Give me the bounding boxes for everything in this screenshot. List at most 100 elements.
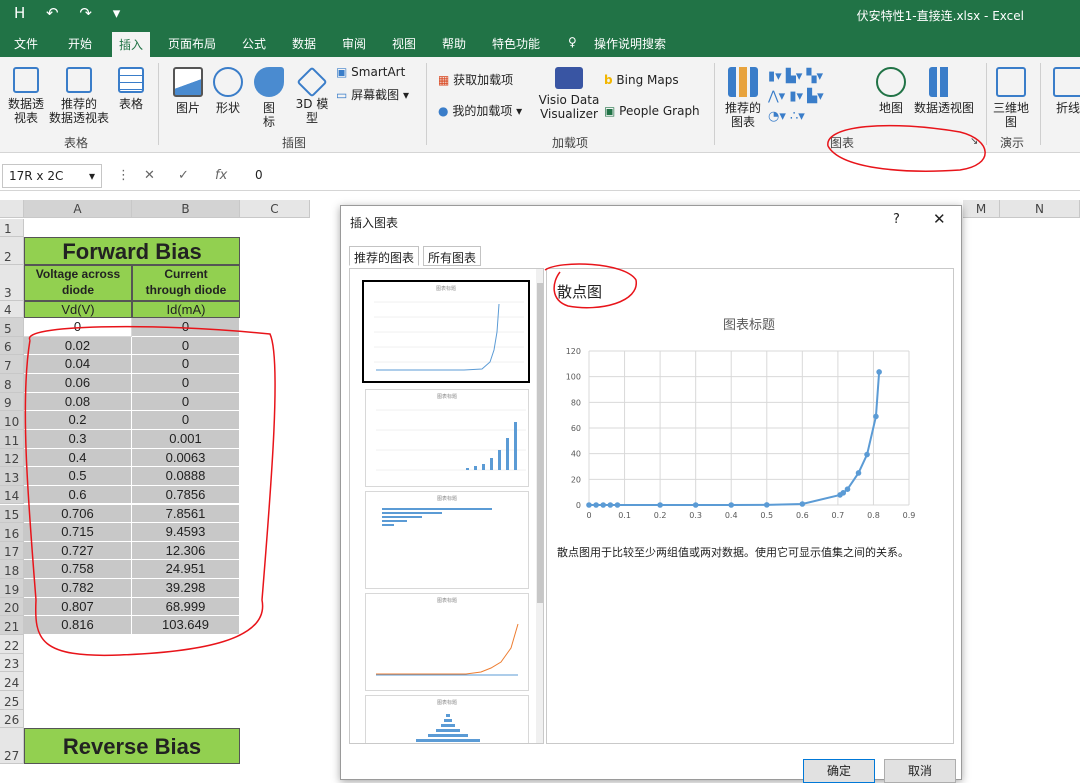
row-header[interactable]: 4 bbox=[0, 301, 24, 318]
enter-icon[interactable]: ✓ bbox=[178, 168, 189, 183]
cell-voltage[interactable]: 0.715 bbox=[24, 523, 132, 542]
row-header[interactable]: 17 bbox=[0, 541, 24, 561]
tab-formulas[interactable]: 公式 bbox=[242, 35, 266, 52]
cell-voltage[interactable]: 0.807 bbox=[24, 597, 132, 617]
row-header[interactable]: 25 bbox=[0, 691, 24, 710]
cell-voltage[interactable]: 0.08 bbox=[24, 392, 132, 412]
row-header[interactable]: 12 bbox=[0, 448, 24, 468]
thumbnail-funnel[interactable]: 图表标题 bbox=[365, 695, 529, 743]
sparkline-line-button[interactable]: 折线 bbox=[1050, 67, 1080, 115]
name-box[interactable]: 17R x 2C ▾ bbox=[2, 164, 102, 188]
cell-current[interactable]: 24.951 bbox=[132, 560, 240, 580]
thumbnail-bar[interactable]: 图表标题 bbox=[365, 491, 529, 589]
row-header[interactable]: 2 bbox=[0, 237, 24, 265]
cell-voltage[interactable]: 0.758 bbox=[24, 560, 132, 580]
cell-current[interactable]: 9.4593 bbox=[132, 523, 240, 542]
row-header[interactable]: 20 bbox=[0, 597, 24, 617]
row-header[interactable]: 5 bbox=[0, 318, 24, 337]
cell-voltage[interactable]: 0.5 bbox=[24, 467, 132, 486]
row-header[interactable]: 23 bbox=[0, 653, 24, 673]
row-header[interactable]: 16 bbox=[0, 523, 24, 542]
table-button[interactable]: 表格 bbox=[114, 67, 148, 111]
tab-home[interactable]: 开始 bbox=[68, 35, 92, 52]
thumbnail-line[interactable]: 图表标题 bbox=[365, 593, 529, 691]
pivot-chart-button[interactable]: 数据透视图 bbox=[912, 67, 976, 115]
tab-recommended-charts[interactable]: 推荐的图表 bbox=[349, 246, 420, 266]
cell-current[interactable]: 0.0888 bbox=[132, 467, 240, 486]
cell-voltage[interactable]: 0.06 bbox=[24, 373, 132, 393]
waterfall-chart-icon[interactable]: ▚▾ bbox=[807, 69, 824, 84]
row-header[interactable]: 22 bbox=[0, 635, 24, 654]
cell-current[interactable]: 39.298 bbox=[132, 579, 240, 598]
row-header[interactable]: 26 bbox=[0, 709, 24, 729]
tab-view[interactable]: 视图 bbox=[392, 35, 416, 52]
row-header[interactable]: 1 bbox=[0, 219, 24, 237]
chevron-down-icon[interactable]: ▾ bbox=[89, 169, 95, 183]
cancel-icon[interactable]: ✕ bbox=[144, 168, 155, 183]
scatter-chart-icon[interactable]: ∴▾ bbox=[790, 109, 805, 124]
cell-current[interactable]: 0 bbox=[132, 392, 240, 412]
cell-voltage[interactable]: 0.04 bbox=[24, 355, 132, 374]
header-current[interactable]: Current through diode bbox=[132, 265, 240, 301]
screenshot-button[interactable]: ▭ 屏幕截图 ▾ bbox=[336, 88, 409, 102]
cell-voltage[interactable]: 0.6 bbox=[24, 485, 132, 505]
column-header-b[interactable]: B bbox=[132, 200, 240, 218]
cell-voltage[interactable]: 0.02 bbox=[24, 336, 132, 356]
row-header[interactable]: 11 bbox=[0, 429, 24, 449]
pivot-table-button[interactable]: 数据透 视表 bbox=[6, 67, 46, 125]
close-button[interactable]: ✕ bbox=[933, 210, 946, 228]
cell-voltage[interactable]: 0.3 bbox=[24, 429, 132, 449]
pictures-button[interactable]: 图片 bbox=[172, 67, 204, 115]
pie-chart-icon[interactable]: ◔▾ bbox=[768, 109, 786, 124]
map-chart-button[interactable]: 地图 bbox=[874, 67, 908, 115]
tab-review[interactable]: 审阅 bbox=[342, 35, 366, 52]
cell-voltage[interactable]: 0.816 bbox=[24, 616, 132, 636]
chart-type-buttons[interactable]: ▮▾ ▙▾ ▚▾ ⋀▾ ▮▾ ▙▾ ◔▾ ∴▾ bbox=[768, 67, 824, 127]
row-header[interactable]: 6 bbox=[0, 336, 24, 356]
row-header[interactable]: 9 bbox=[0, 392, 24, 412]
column-header-n[interactable]: N bbox=[1000, 200, 1080, 218]
tab-file[interactable]: 文件 bbox=[14, 35, 38, 52]
unit-current[interactable]: Id(mA) bbox=[132, 301, 240, 318]
cell-current[interactable]: 0 bbox=[132, 373, 240, 393]
cell-current[interactable]: 0 bbox=[132, 318, 240, 337]
recommended-pivot-button[interactable]: 推荐的 数据透视表 bbox=[48, 67, 110, 125]
row-header[interactable]: 7 bbox=[0, 355, 24, 374]
row-header[interactable]: 3 bbox=[0, 265, 24, 301]
bing-maps-button[interactable]: b Bing Maps bbox=[604, 73, 679, 87]
tab-help[interactable]: 帮助 bbox=[442, 35, 466, 52]
cell-current[interactable]: 0.0063 bbox=[132, 448, 240, 468]
help-button[interactable]: ? bbox=[893, 212, 900, 227]
cell-current[interactable]: 0.001 bbox=[132, 429, 240, 449]
cell-current[interactable]: 68.999 bbox=[132, 597, 240, 617]
recommended-charts-button[interactable]: 推荐的 图表 bbox=[722, 67, 764, 129]
row-header[interactable]: 21 bbox=[0, 616, 24, 636]
thumbnail-column[interactable]: 图表标题 bbox=[365, 389, 529, 487]
shapes-button[interactable]: 形状 bbox=[212, 67, 244, 115]
cell-voltage[interactable]: 0.782 bbox=[24, 579, 132, 598]
cell-current[interactable]: 103.649 bbox=[132, 616, 240, 636]
quick-access-toolbar[interactable]: H ↶ ↷ ▾ bbox=[14, 4, 128, 22]
icons-button[interactable]: 图 标 bbox=[254, 67, 284, 129]
formula-input[interactable]: 0 bbox=[255, 168, 263, 182]
row-header[interactable]: 19 bbox=[0, 579, 24, 598]
cell-current[interactable]: 0 bbox=[132, 411, 240, 430]
tell-me-search[interactable]: 操作说明搜索 bbox=[594, 35, 666, 52]
cell-voltage[interactable]: 0.727 bbox=[24, 541, 132, 561]
people-graph-button[interactable]: ▣ People Graph bbox=[604, 104, 700, 118]
thumbnail-scatter[interactable]: 图表标题 bbox=[362, 280, 530, 383]
forward-bias-title[interactable]: Forward Bias bbox=[24, 237, 240, 265]
statistic-chart-icon[interactable]: ▮▾ bbox=[789, 89, 803, 104]
row-header[interactable]: 27 bbox=[0, 728, 24, 765]
row-header[interactable]: 15 bbox=[0, 504, 24, 524]
reverse-bias-title[interactable]: Reverse Bias bbox=[24, 728, 240, 765]
select-all-corner[interactable] bbox=[0, 200, 24, 218]
header-voltage[interactable]: Voltage across diode bbox=[24, 265, 132, 301]
3d-map-button[interactable]: 三维地 图 bbox=[990, 67, 1032, 129]
ok-button[interactable]: 确定 bbox=[803, 759, 875, 783]
tab-insert[interactable]: 插入 bbox=[112, 32, 151, 57]
row-header[interactable]: 24 bbox=[0, 672, 24, 691]
thumbnail-scrollbar[interactable] bbox=[536, 269, 543, 743]
column-header-a[interactable]: A bbox=[24, 200, 132, 218]
column-chart-icon[interactable]: ▮▾ bbox=[768, 69, 782, 84]
